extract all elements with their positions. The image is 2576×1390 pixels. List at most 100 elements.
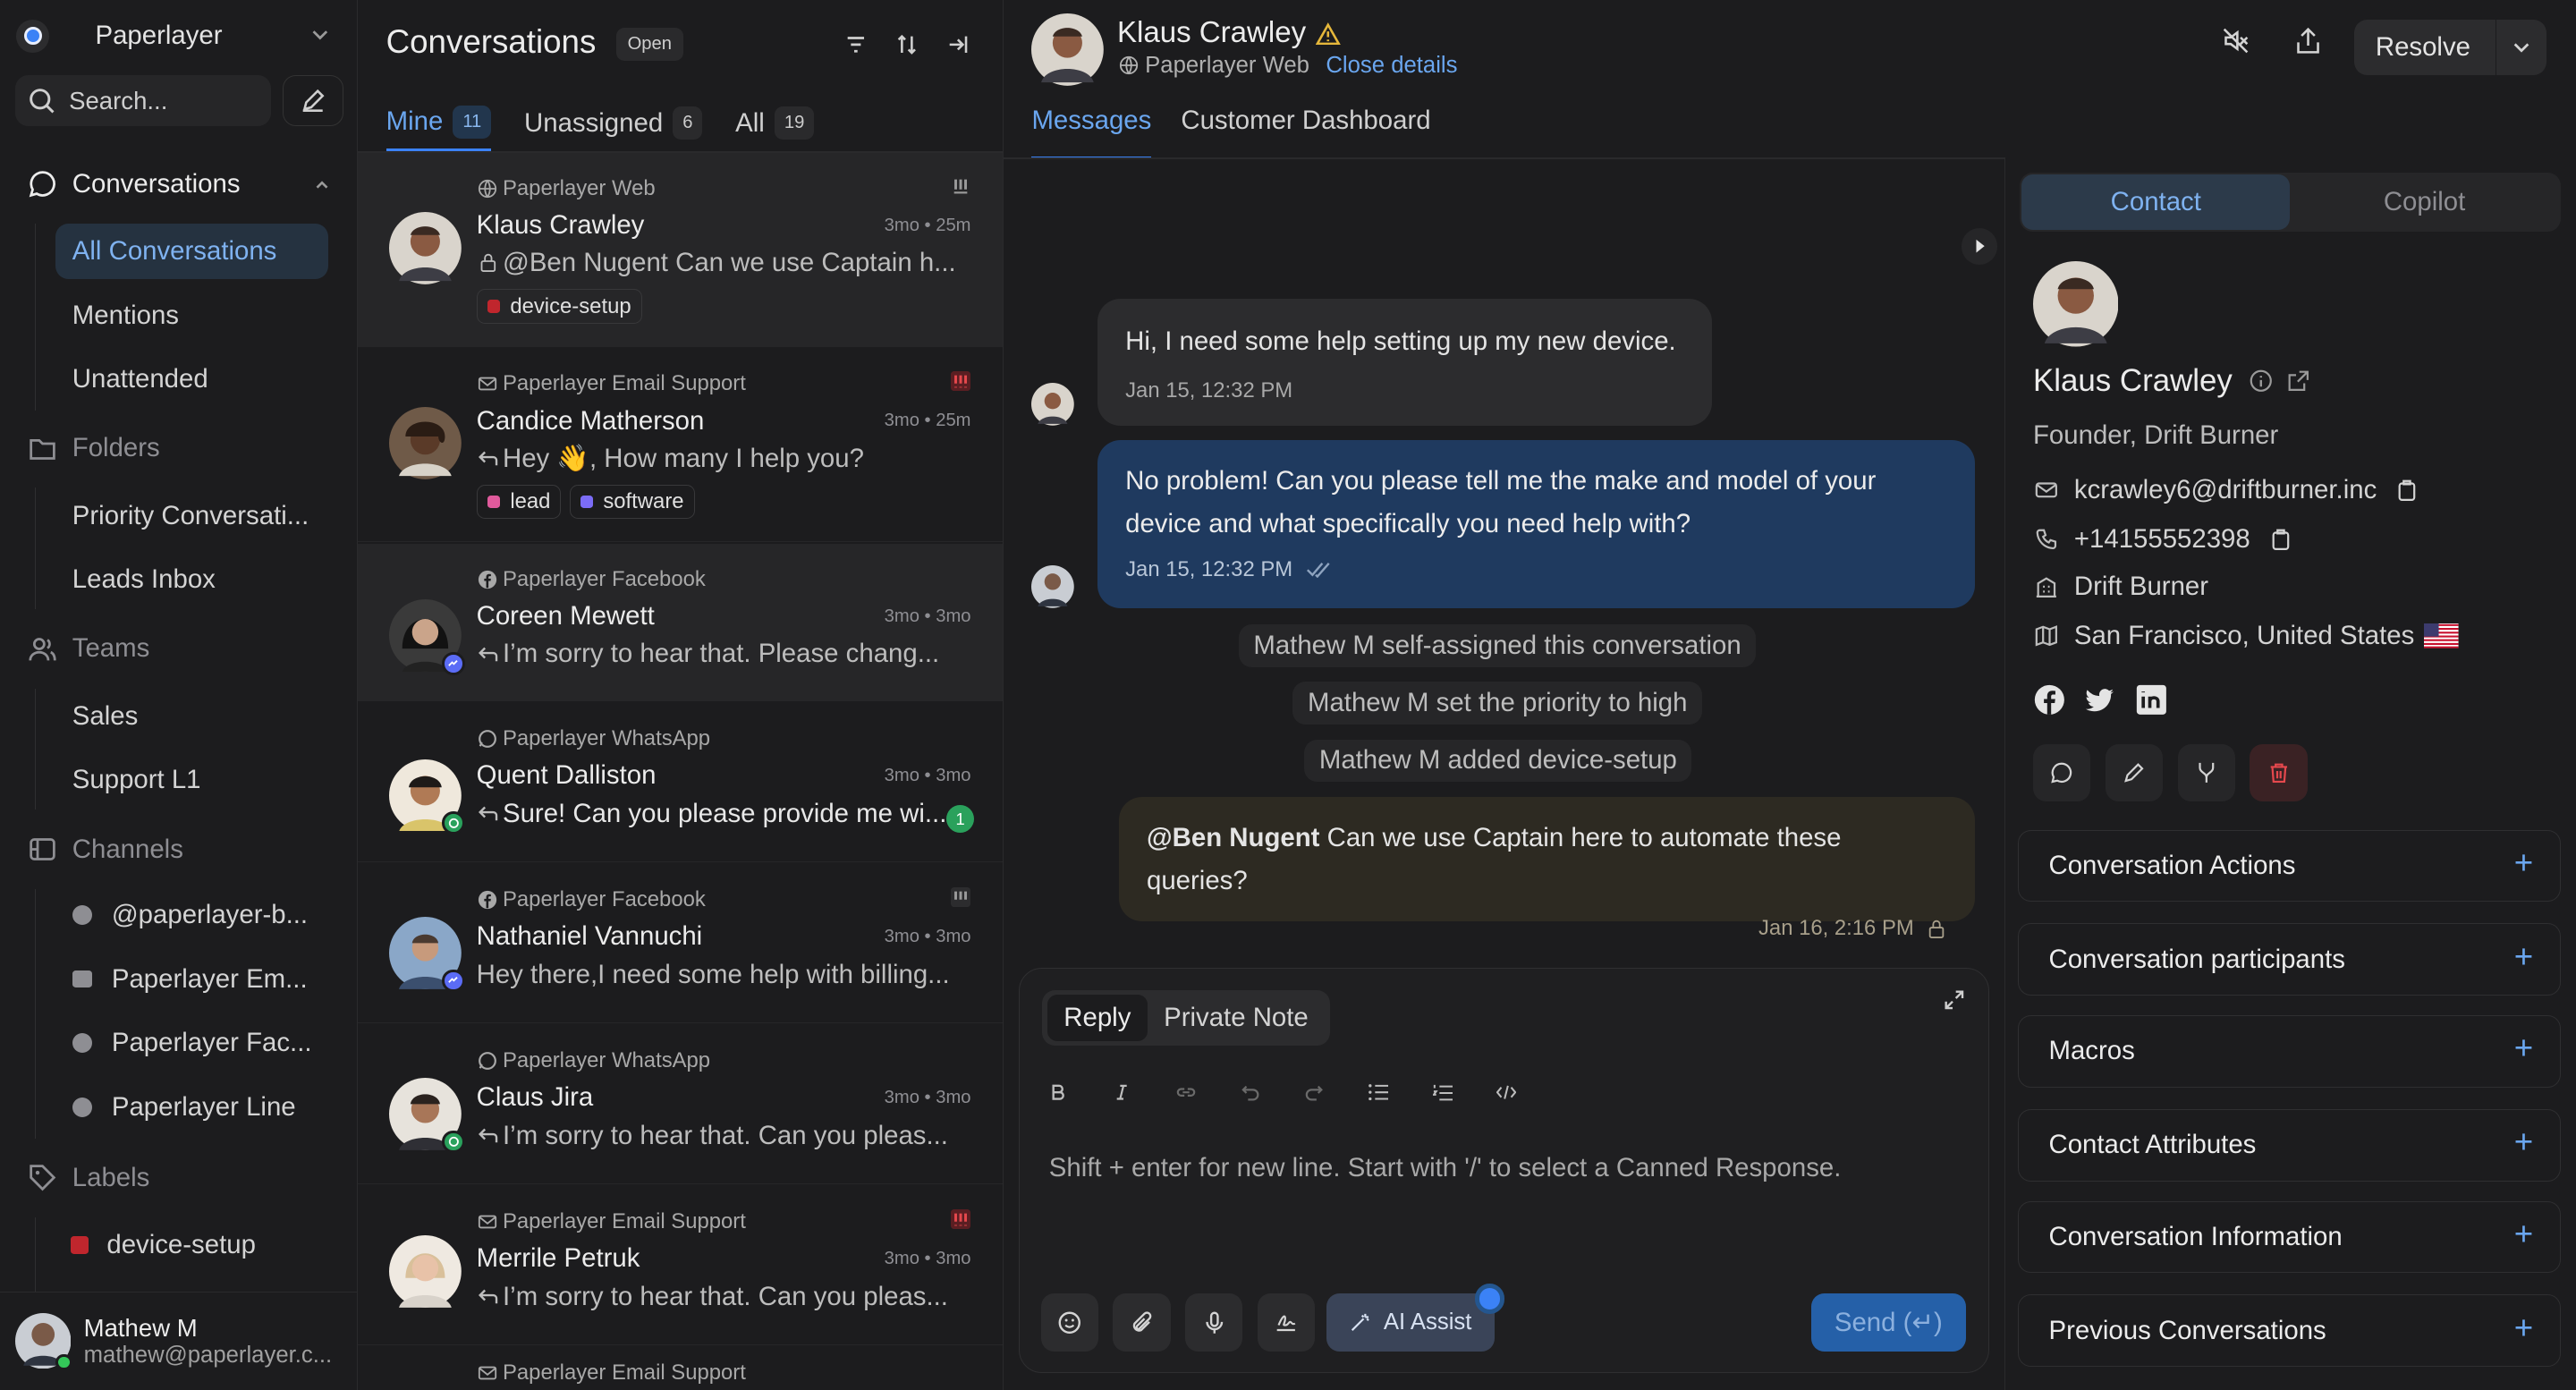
section-channels[interactable]: Channels xyxy=(28,830,183,869)
undo-button[interactable] xyxy=(1234,1077,1266,1108)
tab-contact[interactable]: Contact xyxy=(2021,174,2291,231)
twitter-icon[interactable] xyxy=(2084,683,2117,716)
reply-input[interactable]: Shift + enter for new line. Start with '… xyxy=(1049,1153,1842,1183)
toggle-contact-panel-button[interactable] xyxy=(1962,228,1998,265)
conversation-item[interactable]: Paperlayer WhatsApp Quent Dalliston 3mo … xyxy=(358,703,1004,863)
conversation-item[interactable]: Paperlayer Email Support Merrile Petruk … xyxy=(358,1186,1004,1346)
accordion-macros[interactable]: Macros + xyxy=(2018,1015,2561,1088)
export-button[interactable] xyxy=(2293,26,2323,55)
label-chip[interactable]: lead xyxy=(476,484,562,520)
external-link-icon[interactable] xyxy=(2286,369,2311,394)
section-conversations[interactable]: Conversations xyxy=(28,165,332,204)
accordion-previous-conversations[interactable]: Previous Conversations + xyxy=(2018,1294,2561,1368)
filter-button[interactable] xyxy=(837,23,875,66)
avatar xyxy=(389,599,465,675)
search-input[interactable]: Search... xyxy=(14,75,272,127)
linkedin-icon[interactable] xyxy=(2135,683,2168,716)
signature-button[interactable] xyxy=(1258,1293,1316,1352)
conversation-item[interactable]: Paperlayer Web Klaus Crawley 3mo • 25m @… xyxy=(358,152,1004,347)
sidebar-item-all-conversations[interactable]: All Conversations xyxy=(55,223,329,280)
numbered-list-button[interactable] xyxy=(1427,1077,1458,1108)
expand-editor-button[interactable] xyxy=(1943,988,1966,1012)
reply-tab[interactable]: Reply xyxy=(1046,995,1148,1041)
share-icon xyxy=(2293,26,2323,55)
section-label: Conversations xyxy=(72,168,241,199)
emoji-button[interactable] xyxy=(1040,1293,1098,1352)
redo-button[interactable] xyxy=(1299,1077,1330,1108)
sidebar-item-label-device-setup[interactable]: device-setup xyxy=(55,1217,328,1273)
sidebar-item-leads-inbox[interactable]: Leads Inbox xyxy=(55,552,328,607)
delete-contact-button[interactable] xyxy=(2250,744,2308,802)
sidebar-item-sales[interactable]: Sales xyxy=(55,689,328,744)
message-preview: I’m sorry to hear that. Please chang... xyxy=(477,639,970,669)
section-labels[interactable]: Labels xyxy=(28,1158,149,1198)
edit-contact-button[interactable] xyxy=(2105,744,2164,802)
tab-copilot[interactable]: Copilot xyxy=(2290,174,2558,230)
accordion-conversation-information[interactable]: Conversation Information + xyxy=(2018,1200,2561,1274)
bullet-list-button[interactable] xyxy=(1362,1077,1394,1108)
compose-button[interactable] xyxy=(282,75,343,127)
contact-name-header[interactable]: Klaus Crawley xyxy=(1117,16,1341,50)
facebook-icon[interactable] xyxy=(2033,683,2066,716)
label-chip[interactable]: device-setup xyxy=(476,289,642,324)
bold-button[interactable] xyxy=(1042,1077,1073,1108)
whatsapp-icon xyxy=(478,1051,497,1071)
copy-icon[interactable] xyxy=(2396,479,2418,502)
sidebar-item-channel-email[interactable]: Paperlayer Em... xyxy=(55,951,328,1006)
tab-customer-dashboard[interactable]: Customer Dashboard xyxy=(1181,106,1430,160)
copy-icon[interactable] xyxy=(2270,528,2292,551)
info-icon[interactable] xyxy=(2249,369,2274,394)
attach-button[interactable] xyxy=(1113,1293,1171,1352)
sort-button[interactable] xyxy=(888,23,926,66)
reply-mode-toggle[interactable]: Reply Private Note xyxy=(1042,989,1330,1047)
account-switcher[interactable]: Paperlayer xyxy=(16,13,344,59)
avatar[interactable] xyxy=(1031,13,1105,86)
tab-all[interactable]: All 19 xyxy=(735,96,815,151)
accordion-conversation-actions[interactable]: Conversation Actions + xyxy=(2018,829,2561,903)
code-button[interactable] xyxy=(1491,1077,1522,1108)
section-teams[interactable]: Teams xyxy=(28,629,149,668)
collapse-panel-button[interactable] xyxy=(939,23,977,66)
merge-contact-button[interactable] xyxy=(2177,744,2235,802)
close-details-link[interactable]: Close details xyxy=(1326,53,1457,79)
current-user[interactable]: Mathew M mathew@paperlayer.c... xyxy=(0,1291,359,1390)
avatar xyxy=(1031,564,1075,608)
sidebar-item-channel-line[interactable]: Paperlayer Line xyxy=(55,1080,328,1135)
ai-assist-button[interactable]: AI Assist xyxy=(1326,1293,1495,1352)
sidebar-item-support-l1[interactable]: Support L1 xyxy=(55,752,328,808)
conversation-item[interactable]: Paperlayer WhatsApp Claus Jira 3mo • 3mo… xyxy=(358,1025,1004,1185)
chevron-down-icon[interactable] xyxy=(2495,20,2546,76)
conversation-item[interactable]: Paperlayer Email Support Candice Mathers… xyxy=(358,348,1004,543)
contact-phone[interactable]: +14155552398 xyxy=(2035,524,2292,555)
contact-email[interactable]: kcrawley6@driftburner.inc xyxy=(2035,475,2418,505)
mention[interactable]: @Ben Nugent xyxy=(1147,823,1319,852)
conversation-item[interactable]: Paperlayer Facebook Nathaniel Vannuchi 3… xyxy=(358,864,1004,1024)
contact-location: San Francisco, United States xyxy=(2035,621,2459,651)
sidebar-item-channel-facebook[interactable]: Paperlayer Fac... xyxy=(55,1015,328,1071)
private-note-tab[interactable]: Private Note xyxy=(1148,995,1325,1040)
link-button[interactable] xyxy=(1171,1077,1202,1108)
new-message-button[interactable] xyxy=(2032,744,2091,802)
tab-messages[interactable]: Messages xyxy=(1031,106,1152,160)
status-badge[interactable]: Open xyxy=(615,28,683,61)
italic-button[interactable] xyxy=(1106,1077,1138,1108)
sidebar-item-channel-bot[interactable]: @paperlayer-b... xyxy=(55,887,328,943)
globe-icon xyxy=(1119,55,1139,75)
sidebar-item-priority-conversations[interactable]: Priority Conversati... xyxy=(55,487,328,543)
mute-button[interactable] xyxy=(2221,26,2250,55)
label-chip[interactable]: software xyxy=(569,484,695,520)
sidebar-item-mentions[interactable]: Mentions xyxy=(55,287,328,343)
resolve-button[interactable]: Resolve xyxy=(2353,20,2546,76)
sidebar-item-unattended[interactable]: Unattended xyxy=(55,352,328,407)
audio-record-button[interactable] xyxy=(1185,1293,1243,1352)
section-folders[interactable]: Folders xyxy=(28,428,160,468)
accordion-contact-attributes[interactable]: Contact Attributes + xyxy=(2018,1108,2561,1182)
conversation-item[interactable]: Paperlayer Email Support xyxy=(358,1347,1003,1390)
conversation-view: Klaus Crawley Paperlayer Web Close detai… xyxy=(1004,0,2576,1390)
conversation-item[interactable]: Paperlayer Facebook Coreen Mewett 3mo • … xyxy=(358,543,1004,702)
send-button[interactable]: Send (↵) xyxy=(1811,1293,1966,1352)
message-preview: Sure! Can you please provide me wi... xyxy=(477,799,950,829)
tab-unassigned[interactable]: Unassigned 6 xyxy=(524,96,703,151)
tab-mine[interactable]: Mine 11 xyxy=(386,96,492,151)
accordion-conversation-participants[interactable]: Conversation participants + xyxy=(2018,923,2561,996)
